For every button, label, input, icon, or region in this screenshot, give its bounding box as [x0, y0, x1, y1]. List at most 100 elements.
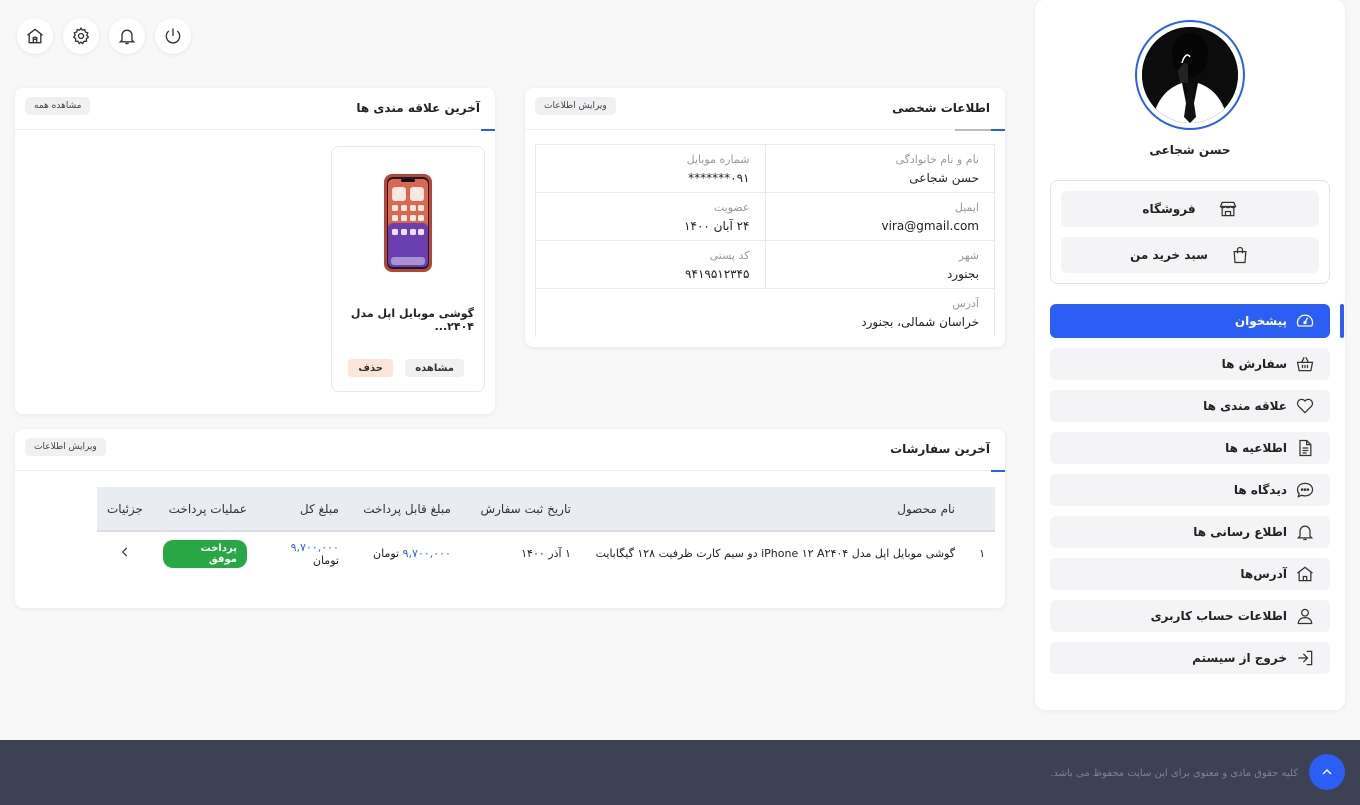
settings-button[interactable]: [63, 18, 99, 54]
home-icon: [1297, 566, 1313, 582]
basket-icon: [1296, 357, 1314, 372]
gear-icon: [72, 26, 90, 45]
footer: کلیه حقوق مادی و معنوی برای این سایت محف…: [0, 740, 1360, 805]
favorites-card: آخرین علاقه مندی ها مشاهده همه گوشی موبا…: [15, 88, 495, 414]
order-product: گوشی موبایل اپل مدل iPhone ۱۲ A۲۴۰۴ دو س…: [595, 547, 955, 560]
chevron-left-icon[interactable]: [118, 545, 132, 559]
avatar-frame: [1135, 20, 1245, 130]
sidebar-item-label: اطلاع رسانی ها: [1193, 525, 1287, 539]
notifications-button[interactable]: [109, 18, 145, 54]
sidebar-item-label: علاقه مندی ها: [1203, 399, 1287, 413]
sidebar-item-addresses[interactable]: آدرس‌ها: [1050, 558, 1330, 590]
shop-links-box: فروشگاه سبد خرید من: [1050, 180, 1330, 284]
info-value: ۹۴۱۹۵۱۲۳۴۵: [685, 267, 750, 281]
store-link[interactable]: فروشگاه: [1061, 191, 1319, 227]
info-cell-email: ایمیل vira@gmail.com: [766, 193, 995, 240]
avatar[interactable]: [1142, 27, 1238, 123]
sidebar-item-label: اطلاعات حساب کاربری: [1150, 609, 1287, 623]
info-cell-address: آدرس خراسان شمالی، بجنورد: [536, 289, 994, 337]
info-value: حسن شجاعی: [909, 171, 979, 185]
user-icon: [1297, 608, 1313, 625]
sidebar-item-comments[interactable]: دیدگاه ها: [1050, 474, 1330, 506]
title-underline: [481, 129, 495, 131]
edit-orders-button[interactable]: ویرایش اطلاعات: [25, 438, 106, 456]
payable-amount: ۹,۷۰۰,۰۰۰: [402, 547, 451, 560]
info-label: نام و نام خانوادگی: [895, 153, 979, 166]
top-toolbar: [17, 18, 191, 54]
scroll-to-top-button[interactable]: [1309, 754, 1345, 790]
product-name[interactable]: گوشی موبایل اپل مدل ۲۴۰۴...: [332, 307, 474, 333]
info-row: ایمیل vira@gmail.com عضویت ۲۴ آبان ۱۴۰۰: [536, 193, 994, 241]
info-label: آدرس: [952, 297, 979, 310]
store-icon: [1219, 201, 1237, 217]
column-header: عملیات پرداخت: [152, 487, 257, 532]
bell-icon: [1296, 525, 1314, 541]
delete-favorite-button[interactable]: حذف: [348, 359, 393, 377]
info-cell-mobile: شماره موبایل ۰۹۱*******: [536, 145, 766, 192]
info-label: کد پستی: [709, 249, 750, 262]
column-header: مبلغ کل: [256, 487, 349, 532]
column-header: تاریخ ثبت سفارش: [460, 487, 581, 532]
cart-link[interactable]: سبد خرید من: [1061, 237, 1319, 273]
copyright-text: کلیه حقوق مادی و معنوی برای این سایت محف…: [1050, 768, 1298, 779]
status-badge: پرداخت موفق: [162, 539, 247, 568]
info-cell-city: شهر بجنورد: [766, 241, 995, 288]
bell-icon: [118, 29, 136, 45]
edit-info-button[interactable]: ویرایش اطلاعات: [535, 97, 616, 115]
order-details: [97, 531, 153, 575]
phone-image: [384, 174, 432, 272]
title-underline: [955, 129, 1005, 131]
sidebar-item-label: اطلاعیه ها: [1225, 441, 1287, 455]
card-title: آخرین سفارشات: [890, 442, 990, 456]
info-label: ایمیل: [954, 201, 979, 214]
orders-table: نام محصول تاریخ ثبت سفارش مبلغ قابل پردا…: [97, 487, 995, 575]
sidebar-item-dashboard[interactable]: پیشخوان: [1050, 304, 1330, 338]
card-title: آخرین علاقه مندی ها: [356, 101, 480, 115]
info-value: بجنورد: [946, 267, 979, 281]
home-icon: [27, 28, 43, 44]
sidebar-item-orders[interactable]: سفارش ها: [1050, 348, 1330, 380]
active-indicator: [1340, 304, 1344, 338]
avatar-image: [1142, 27, 1238, 123]
sidebar-item-label: سفارش ها: [1221, 357, 1287, 371]
user-name: حسن شجاعی: [1149, 143, 1231, 157]
chevron-up-icon: [1322, 769, 1332, 775]
logout-icon: [1298, 650, 1313, 666]
title-underline: [991, 470, 1005, 472]
sidebar-item-logout[interactable]: خروج از سیستم: [1050, 642, 1330, 674]
view-all-button[interactable]: مشاهده همه: [25, 97, 91, 115]
sidebar-item-favorites[interactable]: علاقه مندی ها: [1050, 390, 1330, 422]
cart-link-label: سبد خرید من: [1130, 248, 1208, 262]
sidebar-item-notifications[interactable]: اطلاع رسانی ها: [1050, 516, 1330, 548]
sidebar-item-label: پیشخوان: [1234, 314, 1287, 328]
order-payable: ۹,۷۰۰,۰۰۰ تومان: [349, 531, 461, 575]
sidebar-menu: پیشخوان سفارش ها علاقه مندی ها اطلاعیه ه…: [1050, 304, 1330, 684]
view-product-button[interactable]: مشاهده: [405, 359, 464, 377]
card-header: اطلاعات شخصی ویرایش اطلاعات: [525, 88, 1005, 131]
document-icon: [1299, 439, 1312, 457]
info-value: ۰۹۱*******: [688, 171, 750, 185]
column-header: نام محصول: [580, 487, 965, 532]
power-button[interactable]: [155, 18, 191, 54]
order-payment: پرداخت موفق: [153, 531, 257, 575]
store-link-label: فروشگاه: [1142, 202, 1196, 216]
payable-unit: تومان: [373, 547, 400, 560]
total-amount: ۹,۷۰۰,۰۰۰: [290, 540, 339, 554]
sidebar-item-account[interactable]: اطلاعات حساب کاربری: [1050, 600, 1330, 632]
favorite-product-card[interactable]: گوشی موبایل اپل مدل ۲۴۰۴... مشاهده حذف: [331, 146, 485, 392]
column-header: [965, 487, 995, 532]
column-header: مبلغ قابل پرداخت: [348, 487, 461, 532]
info-label: عضویت: [713, 201, 750, 214]
home-button[interactable]: [17, 18, 53, 54]
info-cell-postal: کد پستی ۹۴۱۹۵۱۲۳۴۵: [536, 241, 766, 288]
dashboard-icon: [1296, 314, 1314, 327]
table-row: ۱ گوشی موبایل اپل مدل iPhone ۱۲ A۲۴۰۴ دو…: [97, 531, 995, 575]
sidebar-item-label: خروج از سیستم: [1192, 651, 1287, 665]
sidebar-item-announcements[interactable]: اطلاعیه ها: [1050, 432, 1330, 464]
info-cell-full-name: نام و نام خانوادگی حسن شجاعی: [766, 145, 995, 192]
info-row: نام و نام خانوادگی حسن شجاعی شماره موبای…: [536, 145, 994, 193]
shopping-bag-icon: [1233, 246, 1247, 264]
card-header: آخرین علاقه مندی ها مشاهده همه: [15, 88, 495, 131]
info-value: خراسان شمالی، بجنورد: [861, 315, 979, 329]
comment-icon: [1296, 482, 1314, 498]
